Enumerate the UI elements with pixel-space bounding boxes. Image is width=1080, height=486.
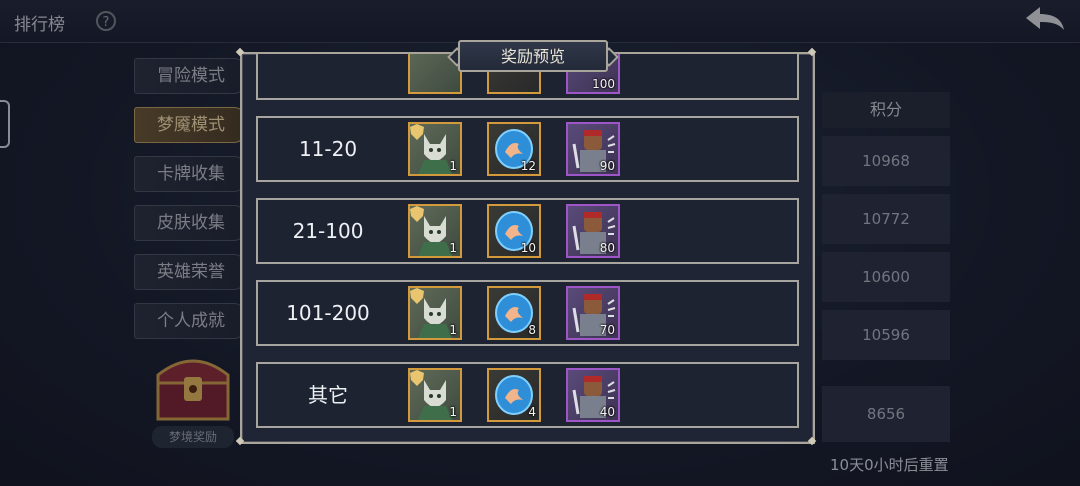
wolf-hero-card-icon[interactable]: 1 bbox=[408, 286, 462, 340]
item-count: 1 bbox=[449, 241, 457, 255]
blue-crystal-icon[interactable]: 12 bbox=[487, 122, 541, 176]
item-count: 1 bbox=[449, 405, 457, 419]
modal-title-banner: 奖励预览 bbox=[447, 40, 619, 74]
wolf-hero-card-icon[interactable]: 1 bbox=[408, 122, 462, 176]
modal-title: 奖励预览 bbox=[458, 40, 608, 72]
reward-preview-modal: 100 11-20 1 12 90 21-100 1 10 80 101-200… bbox=[240, 52, 815, 444]
goblin-warrior-card-icon[interactable]: 40 bbox=[566, 368, 620, 422]
shield-badge-icon bbox=[410, 288, 424, 304]
reward-list[interactable]: 100 11-20 1 12 90 21-100 1 10 80 101-200… bbox=[256, 54, 801, 442]
item-count: 80 bbox=[599, 241, 615, 255]
item-count: 1 bbox=[449, 323, 457, 337]
blue-crystal-icon[interactable]: 8 bbox=[487, 286, 541, 340]
blue-crystal-icon[interactable]: 4 bbox=[487, 368, 541, 422]
shield-badge-icon bbox=[410, 370, 424, 386]
goblin-warrior-card-icon[interactable]: 80 bbox=[566, 204, 620, 258]
item-count: 8 bbox=[528, 323, 536, 337]
rank-range-label: 21-100 bbox=[292, 219, 364, 243]
shield-badge-icon bbox=[410, 124, 424, 140]
goblin-warrior-card-icon[interactable]: 70 bbox=[566, 286, 620, 340]
goblin-warrior-card-icon[interactable]: 90 bbox=[566, 122, 620, 176]
item-count: 90 bbox=[599, 159, 615, 173]
rank-range-label: 101-200 bbox=[286, 301, 370, 325]
shield-badge-icon bbox=[410, 206, 424, 222]
item-count: 70 bbox=[599, 323, 615, 337]
item-count: 100 bbox=[592, 77, 615, 91]
reward-row: 其它 1 4 40 bbox=[256, 362, 799, 428]
item-count: 40 bbox=[599, 405, 615, 419]
rank-range-label: 11-20 bbox=[298, 137, 358, 161]
blue-crystal-icon[interactable]: 10 bbox=[487, 204, 541, 258]
wolf-hero-card-icon[interactable]: 1 bbox=[408, 204, 462, 258]
item-count: 12 bbox=[520, 159, 536, 173]
item-count: 4 bbox=[528, 405, 536, 419]
reward-row: 11-20 1 12 90 bbox=[256, 116, 799, 182]
item-count: 10 bbox=[520, 241, 536, 255]
reward-row: 21-100 1 10 80 bbox=[256, 198, 799, 264]
reward-row: 101-200 1 8 70 bbox=[256, 280, 799, 346]
wolf-hero-card-icon[interactable]: 1 bbox=[408, 368, 462, 422]
item-count: 1 bbox=[449, 159, 457, 173]
rank-range-label: 其它 bbox=[308, 383, 348, 407]
